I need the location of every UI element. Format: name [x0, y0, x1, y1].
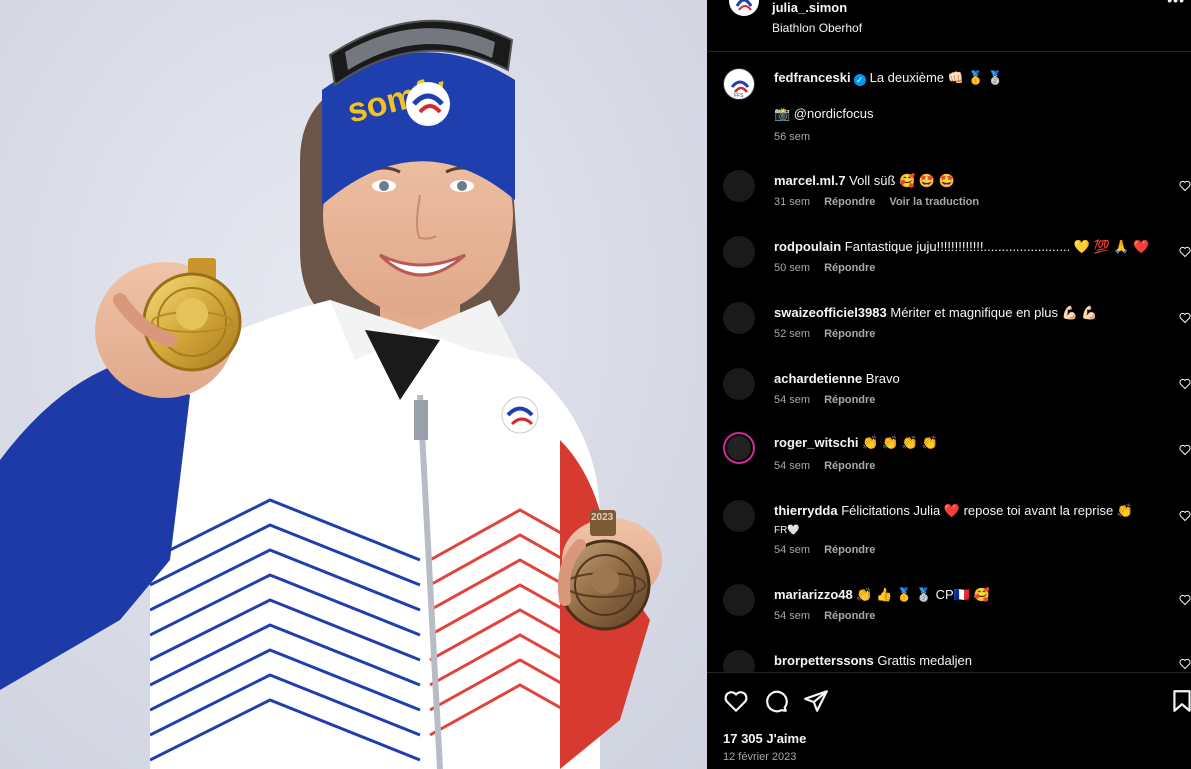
comment-item: brorpetterssons Grattis medaljen: [707, 650, 1191, 672]
author-username[interactable]: julia_.simon: [772, 0, 847, 15]
comment-username[interactable]: swaizeofficiel3983: [774, 305, 887, 320]
comment-username[interactable]: mariarizzo48: [774, 587, 853, 602]
post-header: julia_.simon Biathlon Oberhof •••: [707, 0, 1191, 52]
comment-text: thierrydda Félicitations Julia ❤️ repose…: [774, 502, 1174, 540]
comment-text: marcel.ml.7 Voll süß 🥰 🤩 🤩: [774, 172, 1174, 190]
comment-username[interactable]: marcel.ml.7: [774, 173, 846, 188]
comment-body: Bravo: [865, 371, 900, 386]
comment-item: mariarizzo48 👏 👍 🥇 🥈 CP🇫🇷 🥰 54 sem Répond…: [707, 584, 1191, 644]
caption-credit[interactable]: 📸 @nordicfocus: [774, 106, 873, 122]
comment-text: achardetienne Bravo: [774, 370, 1174, 388]
comment-body: Grattis medaljen: [877, 653, 972, 668]
comment-meta: 54 sem Répondre: [774, 460, 889, 472]
reply-button[interactable]: Répondre: [824, 196, 875, 208]
save-bookmark-icon[interactable]: [1169, 688, 1191, 714]
reply-button[interactable]: Répondre: [824, 394, 875, 406]
comment-time: 54 sem: [774, 544, 811, 556]
comment-time: 54 sem: [774, 610, 811, 622]
comment-time: 54 sem: [774, 460, 811, 472]
post-photo[interactable]: somfy 2023: [0, 0, 707, 769]
caption-line: fedfranceski ✓ La deuxième 👊🏻 🥇 🥈: [774, 70, 1003, 86]
comment-username[interactable]: brorpetterssons: [774, 653, 874, 668]
comment-item: rodpoulain Fantastique juju!!!!!!!!!!!!!…: [707, 236, 1191, 296]
comment-body: Mériter et magnifique en plus 💪🏻 💪🏻: [890, 305, 1098, 320]
comment-text: roger_witschi 👏 👏 👏 👏: [774, 434, 1174, 452]
comment-avatar[interactable]: [723, 368, 755, 400]
comment-meta: 31 sem Répondre Voir la traduction: [774, 196, 993, 208]
reply-button[interactable]: Répondre: [824, 460, 875, 472]
more-options-icon[interactable]: •••: [1167, 0, 1185, 8]
comment-avatar[interactable]: [723, 302, 755, 334]
comment-text: brorpetterssons Grattis medaljen: [774, 652, 1174, 670]
comment-item: roger_witschi 👏 👏 👏 👏 54 sem Répondre: [707, 432, 1191, 492]
post-location[interactable]: Biathlon Oberhof: [772, 21, 862, 35]
comment-time: 50 sem: [774, 262, 811, 274]
comment-like-icon[interactable]: [1179, 658, 1191, 670]
comment-body: Voll süß 🥰 🤩 🤩: [849, 173, 955, 188]
post-sidebar: julia_.simon Biathlon Oberhof ••• FFS fe…: [707, 0, 1191, 769]
comment-avatar-story[interactable]: [723, 432, 755, 464]
reply-button[interactable]: Répondre: [824, 328, 875, 340]
comment-item: marcel.ml.7 Voll süß 🥰 🤩 🤩 31 sem Répondr…: [707, 170, 1191, 230]
comment-username[interactable]: thierrydda: [774, 503, 838, 518]
caption-text: La deuxième 👊🏻 🥇 🥈: [869, 70, 1004, 85]
reply-button[interactable]: Répondre: [824, 544, 875, 556]
comment-body: 👏 👍 🥇 🥈 CP🇫🇷 🥰: [856, 587, 990, 602]
post-date: 12 février 2023: [723, 751, 797, 763]
verified-icon: ✓: [853, 74, 866, 86]
comment-text: swaizeofficiel3983 Mériter et magnifique…: [774, 304, 1174, 322]
comment-text: mariarizzo48 👏 👍 🥇 🥈 CP🇫🇷 🥰: [774, 586, 1174, 604]
comment-avatar[interactable]: [723, 584, 755, 616]
caption-time: 56 sem: [774, 131, 811, 143]
comment-body-line2: FR🤍: [774, 525, 800, 536]
comment-time: 31 sem: [774, 196, 811, 208]
comment-like-icon[interactable]: [1179, 246, 1191, 258]
comment-body: Félicitations Julia ❤️ repose toi avant …: [841, 503, 1133, 518]
reply-button[interactable]: Répondre: [824, 610, 875, 622]
comment-like-icon[interactable]: [1179, 444, 1191, 456]
comment-like-icon[interactable]: [1179, 378, 1191, 390]
like-count[interactable]: 17 305 J'aime: [723, 731, 806, 746]
share-send-icon[interactable]: [803, 688, 829, 714]
comment-meta: 54 sem Répondre: [774, 544, 889, 556]
medal-year: 2023: [591, 512, 614, 523]
reply-button[interactable]: Répondre: [824, 262, 875, 274]
comment-username[interactable]: roger_witschi: [774, 435, 859, 450]
comment-avatar[interactable]: [723, 170, 755, 202]
comment-username[interactable]: rodpoulain: [774, 239, 841, 254]
comment-time: 54 sem: [774, 394, 811, 406]
svg-text:FFS: FFS: [734, 93, 744, 99]
comment-avatar[interactable]: [723, 650, 755, 672]
comment-avatar[interactable]: [723, 236, 755, 268]
comment-like-icon[interactable]: [1179, 594, 1191, 606]
comment-like-icon[interactable]: [1179, 180, 1191, 192]
comment-meta: 54 sem Répondre: [774, 394, 889, 406]
comment-meta: 54 sem Répondre: [774, 610, 889, 622]
comment-bubble-icon[interactable]: [763, 688, 789, 714]
translate-button[interactable]: Voir la traduction: [889, 196, 979, 208]
comment-body: Fantastique juju!!!!!!!!!!!!!...........…: [844, 239, 1150, 254]
athlete-photo: somfy 2023: [0, 19, 662, 769]
comment-meta: 52 sem Répondre: [774, 328, 889, 340]
comment-item: achardetienne Bravo 54 sem Répondre: [707, 368, 1191, 428]
comment-meta: 50 sem Répondre: [774, 262, 889, 274]
comment-item: thierrydda Félicitations Julia ❤️ repose…: [707, 500, 1191, 576]
action-bar: 17 305 J'aime 12 février 2023: [707, 672, 1191, 769]
like-heart-icon[interactable]: [723, 688, 749, 714]
author-avatar[interactable]: [729, 0, 759, 16]
caption-avatar[interactable]: FFS: [723, 68, 755, 100]
comment-avatar[interactable]: [723, 500, 755, 532]
comment-like-icon[interactable]: [1179, 510, 1191, 522]
comment-body: 👏 👏 👏 👏: [862, 435, 938, 450]
comment-text: rodpoulain Fantastique juju!!!!!!!!!!!!!…: [774, 238, 1174, 256]
comment-username[interactable]: achardetienne: [774, 371, 862, 386]
comment-time: 52 sem: [774, 328, 811, 340]
caption-username[interactable]: fedfranceski: [774, 70, 851, 85]
comment-like-icon[interactable]: [1179, 312, 1191, 324]
comment-item: swaizeofficiel3983 Mériter et magnifique…: [707, 302, 1191, 362]
